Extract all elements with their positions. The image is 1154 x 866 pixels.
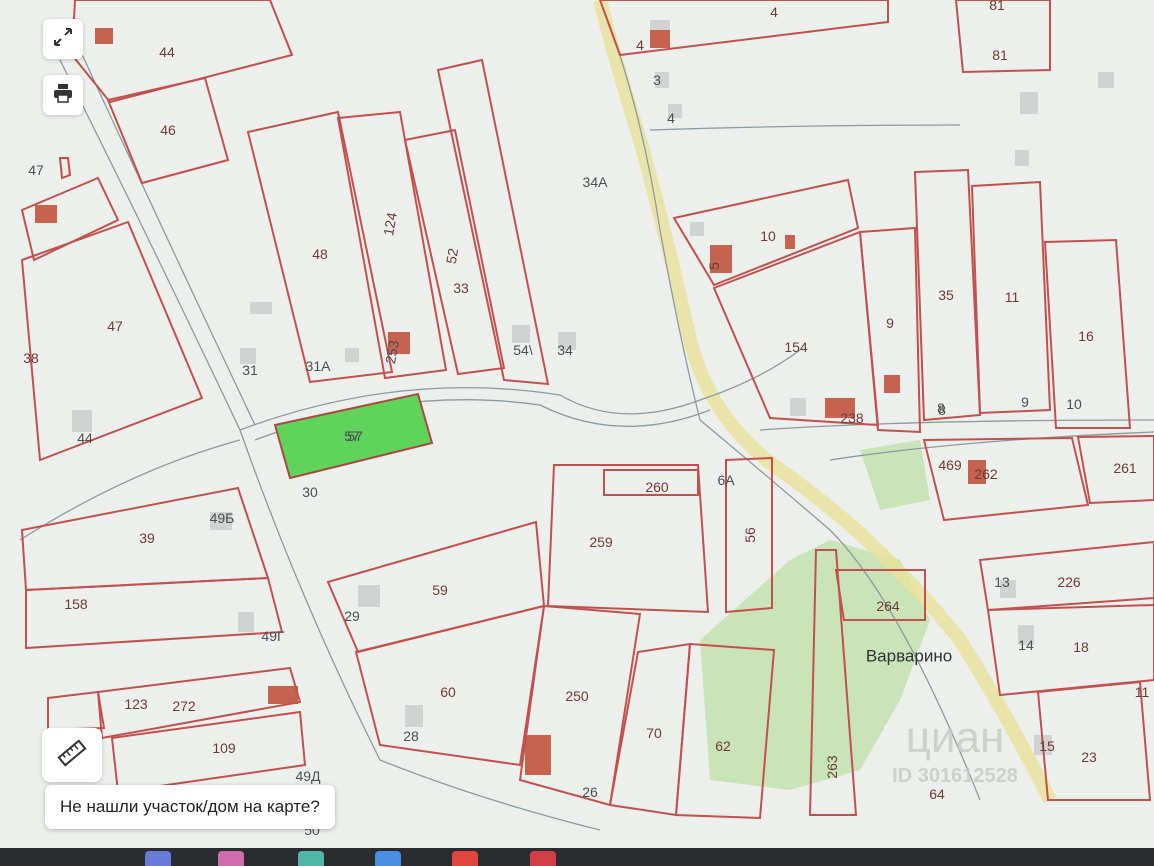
plot-label: 10	[760, 228, 776, 244]
plot-label: 52	[443, 247, 461, 265]
plot-label: 4	[667, 110, 675, 126]
plot-label: 81	[989, 0, 1005, 13]
plot-label: 3	[653, 72, 661, 88]
plot-label: 39	[139, 530, 155, 546]
highlighted-plot-label: 57	[347, 428, 363, 444]
plot-label: 59	[432, 582, 448, 598]
print-button[interactable]	[43, 75, 83, 115]
plot-label: 6А	[717, 472, 735, 488]
plot-label: 5	[706, 262, 722, 270]
plot-label: 262	[974, 466, 998, 482]
plot-label: 16	[1078, 328, 1094, 344]
plot-label: 9	[886, 315, 894, 331]
plot-label: 35	[938, 287, 954, 303]
plot-label: 30	[302, 484, 318, 500]
taskbar-app-icon[interactable]	[452, 851, 478, 866]
plot-label: 49Б	[210, 510, 235, 526]
green-area	[860, 440, 930, 510]
watermark-id: ID 301612528	[892, 765, 1018, 787]
plot-label: 81	[992, 47, 1008, 63]
plot-label: 48	[312, 246, 328, 262]
plot-label: 469	[938, 457, 962, 473]
not-found-hint[interactable]: Не нашли участок/дом на карте?	[45, 785, 335, 829]
plot-label: 11	[1135, 684, 1150, 700]
plot-label: 250	[565, 688, 589, 704]
plot-label: 70	[646, 725, 662, 741]
plot-label: 4	[770, 4, 778, 20]
ruler-icon	[57, 738, 87, 773]
plot-label: 8	[937, 400, 945, 416]
plot-label: 38	[23, 350, 39, 366]
plot-label: 49Д	[295, 768, 321, 784]
plot-label: 14	[1018, 637, 1034, 653]
taskbar-app-icon[interactable]	[530, 851, 556, 866]
plot-label: 238	[840, 410, 864, 426]
taskbar-app-icon[interactable]	[218, 851, 244, 866]
plot-label: 253	[382, 339, 402, 365]
plot-label: 34А	[583, 174, 609, 190]
plot-label: 23	[1081, 749, 1097, 765]
taskbar-app-icon[interactable]	[298, 851, 324, 866]
plot-label: 31А	[306, 358, 332, 374]
plot-label: 13	[994, 574, 1010, 590]
plot-label: 260	[645, 479, 669, 495]
plot-label: 44	[77, 430, 93, 446]
expand-icon	[51, 25, 75, 54]
watermark: циан ID 301612528	[892, 713, 1018, 787]
plot-label: 15	[1039, 738, 1055, 754]
plot-label: 46	[160, 122, 176, 138]
plot-label: 29	[344, 608, 360, 624]
plot-label: 28	[403, 728, 419, 744]
printer-icon	[51, 81, 75, 110]
plot-label: 123	[124, 696, 148, 712]
plot-label: 261	[1113, 460, 1137, 476]
plot-label: 26	[582, 784, 598, 800]
plot-label: 47	[28, 162, 44, 178]
plot-label: 10	[1066, 396, 1082, 412]
cadastral-map[interactable]: 44464747384448124523334А31 31А253 54\ 34573…	[0, 0, 1154, 866]
plot-label: 11	[1005, 289, 1020, 305]
plot-label: 4	[636, 37, 644, 53]
taskbar-app-icon[interactable]	[375, 851, 401, 866]
taskbar	[0, 848, 1154, 866]
plot-label: 9	[1021, 394, 1029, 410]
plot-label: 60	[440, 684, 456, 700]
plot-label: 64	[929, 786, 945, 802]
plot-label: 54\	[513, 342, 533, 358]
plot-label: 124	[380, 211, 400, 237]
plot-label: 158	[64, 596, 88, 612]
plot-label: 272	[172, 698, 196, 714]
plot-label: 226	[1057, 574, 1081, 590]
plot-label: 109	[212, 740, 236, 756]
plot-label: 18	[1073, 639, 1089, 655]
plot-label: 259	[589, 534, 613, 550]
taskbar-app-icon[interactable]	[145, 851, 171, 866]
plot-label: 33	[453, 280, 469, 296]
watermark-brand: циан	[906, 713, 1005, 762]
plot-label: 263	[824, 755, 840, 779]
plot-label: 34	[557, 342, 573, 358]
fullscreen-button[interactable]	[43, 19, 83, 59]
plot-label: 47	[107, 318, 123, 334]
plot-label: 264	[876, 598, 900, 614]
plot-label: 49Г	[261, 628, 285, 644]
plot-label: 154	[784, 339, 808, 355]
ruler-button[interactable]	[42, 728, 102, 782]
plot-label: 31	[242, 362, 258, 378]
plot-label: 44	[159, 44, 175, 60]
place-name: Варварино	[866, 647, 952, 666]
plot-label: 62	[715, 738, 731, 754]
plot-label: 56	[742, 527, 758, 543]
